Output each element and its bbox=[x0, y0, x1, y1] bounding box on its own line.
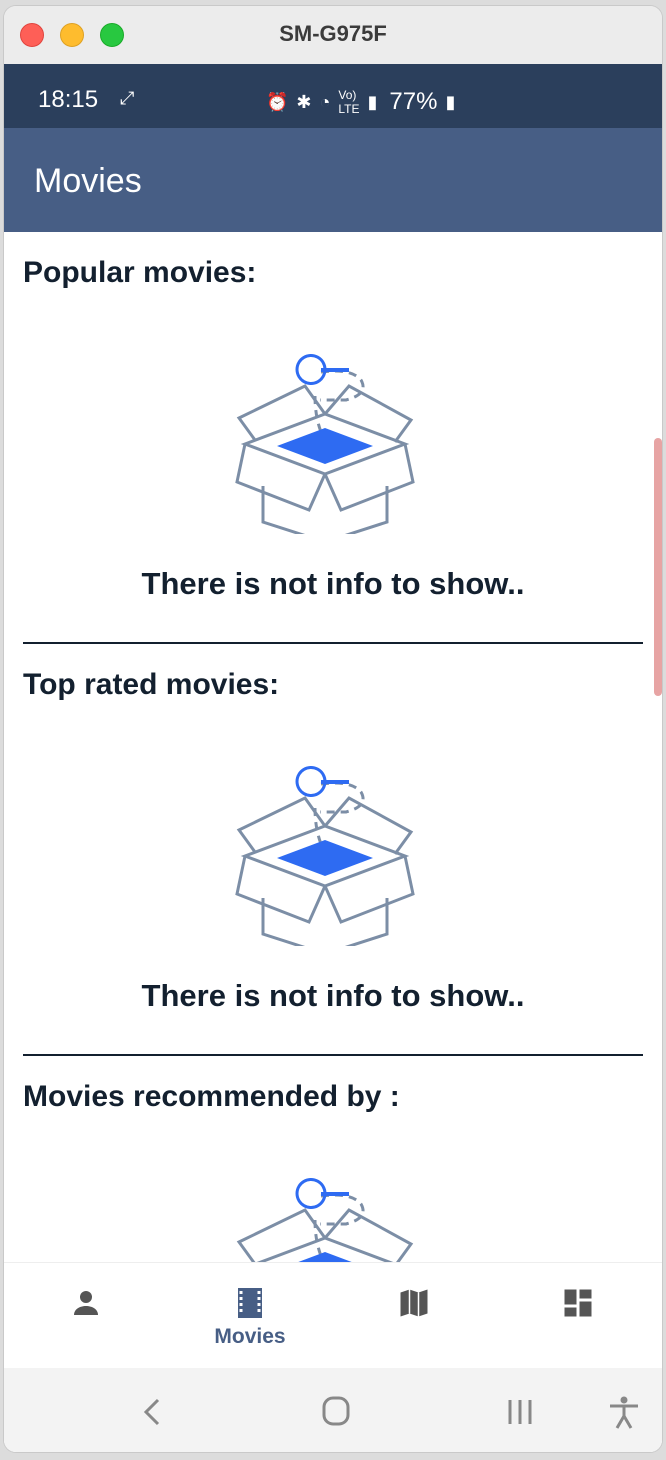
film-icon bbox=[238, 1288, 262, 1318]
window-title: SM-G975F bbox=[279, 21, 387, 46]
nav-movies[interactable]: Movies bbox=[190, 1285, 310, 1355]
nav-movies-label: Movies bbox=[214, 1325, 286, 1348]
section-title: Popular movies: bbox=[23, 256, 257, 289]
scrollbar[interactable] bbox=[654, 438, 662, 696]
window-titlebar: SM-G975F bbox=[4, 6, 662, 65]
volte-icon: Vo) LTE bbox=[338, 88, 360, 116]
phone-screen: 18:15 ⤢ ⏰ ✱ ◔ Vo) LTE ▮ 77% ▮ Movies Popu… bbox=[4, 64, 662, 1452]
device-window: SM-G975F 18:15 ⤢ ⏰ ✱ ◔ Vo) LTE ▮ 77% ▮ Mo… bbox=[4, 6, 662, 1452]
empty-message: There is not info to show.. bbox=[141, 978, 525, 1013]
page-title: Movies bbox=[34, 162, 142, 200]
recent-apps-icon[interactable] bbox=[498, 1394, 542, 1430]
battery-percentage: 77% bbox=[389, 88, 438, 115]
accessibility-icon[interactable] bbox=[602, 1394, 646, 1430]
section-title: Movies recommended by : bbox=[23, 1080, 400, 1113]
nav-dashboard[interactable] bbox=[518, 1285, 638, 1355]
wifi-icon: ◔ bbox=[319, 91, 331, 112]
system-navigation-bar bbox=[4, 1368, 662, 1452]
status-icons: ⏰ ✱ ◔ Vo) LTE ▮ 77% ▮ bbox=[266, 88, 455, 116]
map-icon bbox=[400, 1289, 428, 1317]
empty-box-icon bbox=[235, 766, 415, 946]
sync-icon: ⤢ bbox=[120, 88, 135, 108]
app-bar: Movies bbox=[4, 128, 662, 232]
empty-box-icon bbox=[235, 354, 415, 534]
section-title: Top rated movies: bbox=[23, 668, 280, 701]
back-icon[interactable] bbox=[130, 1394, 174, 1430]
home-icon[interactable] bbox=[314, 1394, 358, 1430]
battery-icon: ▮ bbox=[445, 91, 456, 112]
status-bar: 18:15 ⤢ ⏰ ✱ ◔ Vo) LTE ▮ 77% ▮ bbox=[4, 64, 662, 128]
person-icon bbox=[74, 1291, 98, 1315]
bottom-navigation: Movies bbox=[4, 1262, 662, 1369]
content-scroll[interactable]: Popular movies: There is not info to sho… bbox=[4, 232, 662, 1262]
empty-message: There is not info to show.. bbox=[141, 566, 525, 601]
section-divider bbox=[23, 1054, 643, 1056]
dashboard-icon bbox=[564, 1289, 592, 1317]
nav-profile[interactable] bbox=[26, 1285, 146, 1355]
signal-icon: ▮ bbox=[367, 91, 378, 112]
section-divider bbox=[23, 642, 643, 644]
status-time: 18:15 bbox=[38, 86, 99, 113]
nav-map[interactable] bbox=[354, 1285, 474, 1355]
alarm-icon: ⏰ bbox=[266, 91, 289, 112]
empty-box-icon bbox=[236, 1178, 414, 1262]
bluetooth-icon: ✱ bbox=[296, 91, 312, 112]
